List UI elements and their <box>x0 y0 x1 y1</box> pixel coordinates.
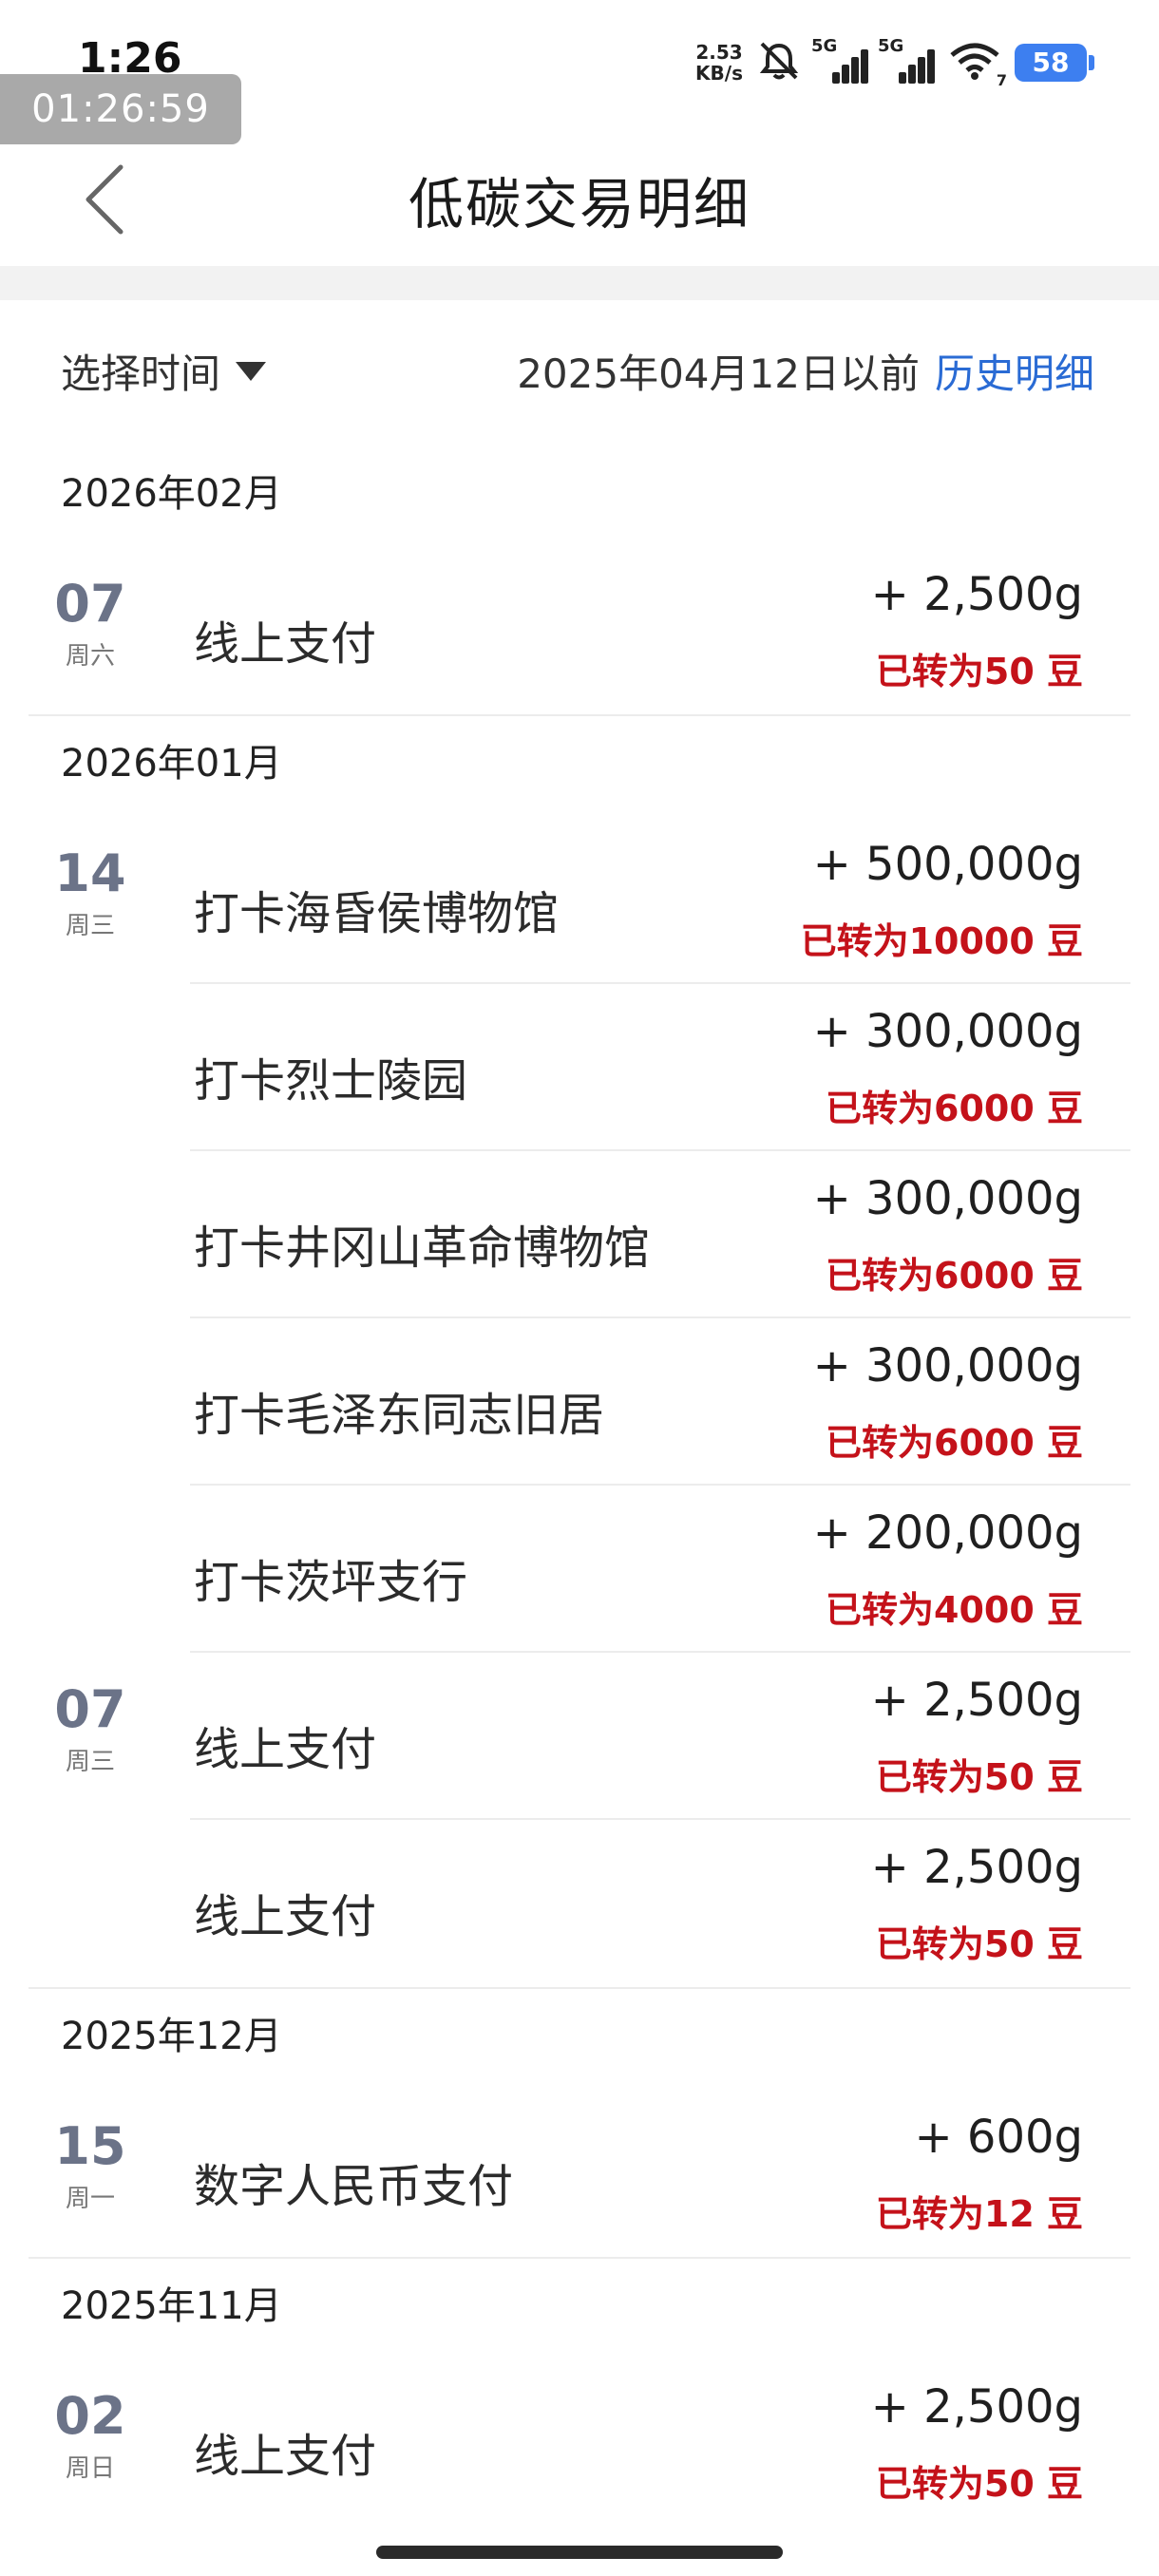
transaction-amount: + 2,500g <box>870 1674 1083 1727</box>
signal-sim2-icon: 5G <box>878 36 935 84</box>
home-indicator[interactable] <box>376 2546 783 2559</box>
day-group: 15 周一 数字人民币支付 + 600g 已转为12 豆 <box>0 2090 1159 2257</box>
transaction-row[interactable]: 打卡海昏侯博物馆 + 500,000g 已转为10000 豆 <box>190 817 1130 984</box>
bell-muted-icon <box>756 40 802 85</box>
week-day: 周日 <box>65 2454 115 2483</box>
week-day: 周六 <box>65 642 115 671</box>
transaction-name: 线上支付 <box>194 2430 377 2483</box>
transaction-name: 打卡毛泽东同志旧居 <box>194 1389 605 1442</box>
transaction-name: 线上支付 <box>194 617 377 671</box>
converted-beans: 已转为50 豆 <box>875 1923 1083 1965</box>
transaction-amount: + 500,000g <box>812 838 1083 891</box>
before-date-text: 2025年04月12日以前 <box>517 350 920 397</box>
day-number: 07 <box>54 1679 126 1739</box>
transaction-amount: + 2,500g <box>870 1841 1083 1894</box>
transaction-row[interactable]: 打卡烈士陵园 + 300,000g 已转为6000 豆 <box>190 984 1130 1151</box>
day-number: 14 <box>54 843 126 903</box>
converted-beans: 已转为50 豆 <box>875 651 1083 692</box>
day-group: 02 周日 线上支付 + 2,500g 已转为50 豆 <box>0 2359 1159 2527</box>
transaction-amount: + 300,000g <box>812 1339 1083 1392</box>
transaction-name: 线上支付 <box>194 1890 377 1943</box>
status-icons: 2.53 KB/s 5G 5G 7 58 <box>695 34 1094 91</box>
history-info: 2025年04月12日以前 历史明细 <box>517 342 1094 400</box>
transaction-amount: + 300,000g <box>812 1005 1083 1058</box>
transaction-amount: + 2,500g <box>870 568 1083 621</box>
transaction-amount: + 2,500g <box>870 2380 1083 2434</box>
day-group: 14 周三 打卡海昏侯博物馆 + 500,000g 已转为10000 豆打卡烈士陵园 + … <box>0 817 1159 1653</box>
time-select-dropdown[interactable]: 选择时间 <box>61 342 267 400</box>
transaction-row[interactable]: 线上支付 + 2,500g 已转为50 豆 <box>190 2359 1130 2527</box>
date-column: 14 周三 <box>28 817 152 941</box>
converted-beans: 已转为50 豆 <box>875 1756 1083 1798</box>
converted-beans: 已转为6000 豆 <box>826 1255 1083 1297</box>
transaction-row[interactable]: 打卡井冈山革命博物馆 + 300,000g 已转为6000 豆 <box>190 1151 1130 1318</box>
converted-beans: 已转为4000 豆 <box>826 1589 1083 1631</box>
transaction-name: 打卡茨坪支行 <box>194 1556 468 1609</box>
day-number: 15 <box>54 2116 126 2176</box>
week-day: 周一 <box>65 2185 115 2213</box>
transaction-amount: + 300,000g <box>812 1172 1083 1225</box>
transaction-list: 2026年02月 07 周六 线上支付 + 2,500g 已转为50 豆 2026年01月 1… <box>0 446 1159 2529</box>
month-header: 2025年12月 <box>61 2015 282 2058</box>
battery-icon: 58 <box>1015 44 1094 82</box>
day-number: 07 <box>54 574 126 634</box>
month-header: 2026年02月 <box>61 472 282 516</box>
transaction-name: 打卡井冈山革命博物馆 <box>194 1222 651 1275</box>
day-number: 02 <box>54 2386 126 2446</box>
converted-beans: 已转为10000 豆 <box>800 920 1083 962</box>
converted-beans: 已转为12 豆 <box>875 2193 1083 2235</box>
filter-row: 选择时间 2025年04月12日以前 历史明细 <box>0 300 1159 443</box>
date-column: 02 周日 <box>28 2359 152 2484</box>
month-header: 2026年01月 <box>61 742 282 786</box>
week-day: 周三 <box>65 912 115 940</box>
transaction-name: 打卡烈士陵园 <box>194 1054 468 1108</box>
date-column: 15 周一 <box>28 2090 152 2214</box>
transaction-row[interactable]: 打卡毛泽东同志旧居 + 300,000g 已转为6000 豆 <box>190 1318 1130 1486</box>
net-speed: 2.53 KB/s <box>695 41 743 85</box>
transaction-name: 线上支付 <box>194 1723 377 1776</box>
month-header: 2025年11月 <box>61 2284 282 2328</box>
week-day: 周三 <box>65 1748 115 1776</box>
transaction-name: 打卡海昏侯博物馆 <box>194 887 560 940</box>
transaction-amount: + 600g <box>914 2111 1083 2164</box>
transaction-row[interactable]: 线上支付 + 2,500g 已转为50 豆 <box>190 547 1130 714</box>
app-header: 低碳交易明细 <box>0 133 1159 266</box>
converted-beans: 已转为6000 豆 <box>826 1088 1083 1129</box>
signal-sim1-icon: 5G <box>811 36 868 84</box>
history-detail-link[interactable]: 历史明细 <box>935 342 1094 400</box>
transaction-name: 数字人民币支付 <box>194 2160 514 2213</box>
header-divider <box>0 266 1159 300</box>
page-title: 低碳交易明细 <box>408 172 750 237</box>
wifi-icon: 7 <box>948 40 1007 89</box>
transaction-row[interactable]: 线上支付 + 2,500g 已转为50 豆 <box>190 1653 1130 1820</box>
day-group: 07 周三 线上支付 + 2,500g 已转为50 豆线上支付 + 2,500g 已转为50… <box>0 1653 1159 1987</box>
day-group: 07 周六 线上支付 + 2,500g 已转为50 豆 <box>0 547 1159 714</box>
transaction-row[interactable]: 数字人民币支付 + 600g 已转为12 豆 <box>190 2090 1130 2257</box>
time-select-label: 选择时间 <box>61 350 221 397</box>
converted-beans: 已转为6000 豆 <box>826 1422 1083 1464</box>
date-column: 07 周三 <box>28 1653 152 1777</box>
transaction-row[interactable]: 打卡茨坪支行 + 200,000g 已转为4000 豆 <box>190 1486 1130 1653</box>
transaction-row[interactable]: 线上支付 + 2,500g 已转为50 豆 <box>190 1820 1130 1987</box>
date-column: 07 周六 <box>28 547 152 672</box>
transaction-amount: + 200,000g <box>812 1506 1083 1560</box>
caret-down-icon <box>236 361 267 381</box>
converted-beans: 已转为50 豆 <box>875 2463 1083 2505</box>
